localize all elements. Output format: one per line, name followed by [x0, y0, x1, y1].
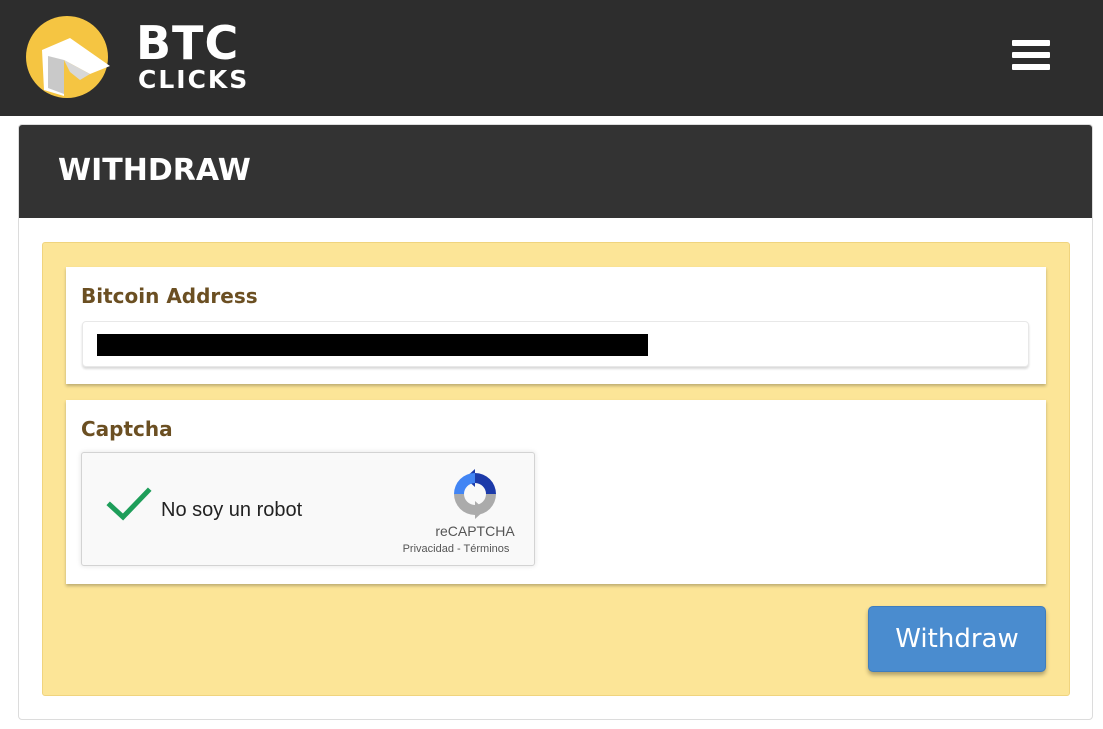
- address-card: Bitcoin Address: [66, 267, 1046, 384]
- bitcoin-address-label: Bitcoin Address: [81, 284, 258, 308]
- withdraw-panel: WITHDRAW Bitcoin Address Captcha No soy …: [18, 124, 1093, 720]
- page-title: WITHDRAW: [58, 153, 251, 188]
- recaptcha-links-separator: -: [457, 543, 461, 555]
- captcha-card: Captcha No soy un robot reCAPTCHA Privac…: [66, 400, 1046, 584]
- recaptcha-logo-icon: [454, 469, 496, 519]
- recaptcha-checkbox-checkmark-icon[interactable]: [106, 485, 152, 523]
- withdraw-form: Bitcoin Address Captcha No soy un robot: [42, 242, 1070, 696]
- redacted-address-value: [97, 334, 648, 356]
- recaptcha-links: Privacidad - Términos: [386, 542, 526, 556]
- hamburger-menu-icon[interactable]: [1012, 40, 1050, 74]
- recaptcha-privacy-link[interactable]: Privacidad: [403, 543, 454, 555]
- recaptcha-brand: reCAPTCHA: [435, 523, 515, 539]
- recaptcha-widget: No soy un robot reCAPTCHA Privacidad - T…: [81, 452, 535, 566]
- top-navbar: BTC CLICKS: [0, 0, 1103, 116]
- recaptcha-terms-link[interactable]: Términos: [464, 543, 510, 555]
- logo-text-btc: BTC: [136, 16, 240, 70]
- withdraw-button[interactable]: Withdraw: [868, 606, 1046, 672]
- recaptcha-checkbox-label: No soy un robot: [161, 499, 303, 521]
- bitcoin-address-input[interactable]: [82, 321, 1029, 367]
- site-logo[interactable]: BTC CLICKS: [24, 14, 254, 104]
- panel-header: WITHDRAW: [19, 125, 1092, 218]
- logo-mark-icon: [26, 16, 110, 98]
- captcha-label: Captcha: [81, 417, 173, 441]
- logo-text-clicks: CLICKS: [138, 65, 250, 94]
